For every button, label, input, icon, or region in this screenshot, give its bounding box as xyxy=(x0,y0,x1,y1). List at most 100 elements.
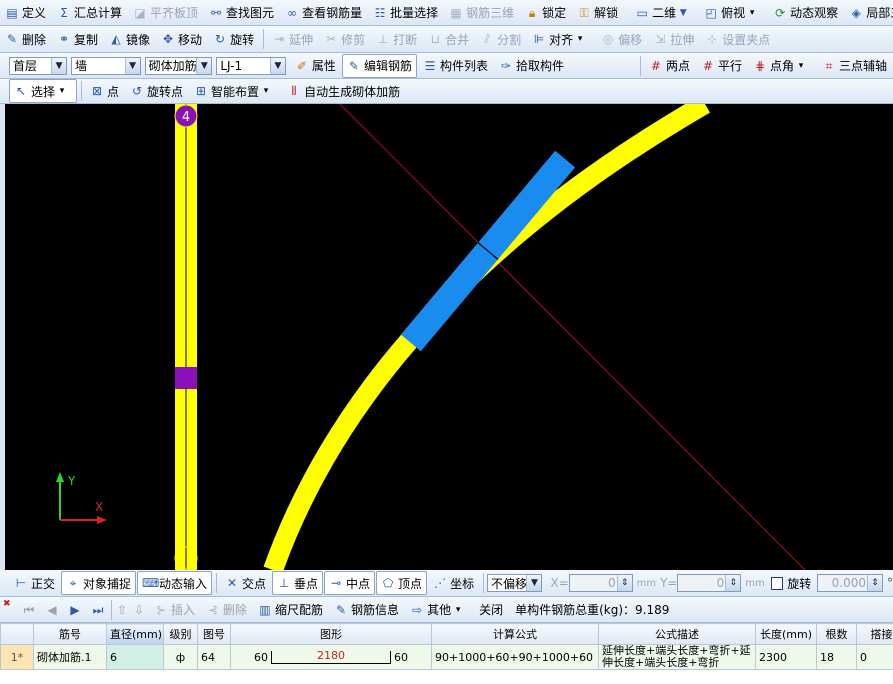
dynamic-input-button[interactable]: ⌨ 动态输入 xyxy=(137,571,213,595)
trim-button[interactable]: ✂ 修剪 xyxy=(319,27,370,51)
spinner-icon: ⇕ xyxy=(616,575,632,591)
edit-rebar-button[interactable]: ✎ 编辑钢筋 xyxy=(341,53,417,78)
floor-select[interactable]: 首层 ▼ xyxy=(9,56,68,75)
partial-view-button[interactable]: ◈局部三 xyxy=(844,1,893,25)
midpoint-snap-button[interactable]: ⊸ 中点 xyxy=(324,571,376,595)
auto-generate-icon: ⫴ xyxy=(291,84,297,98)
pick-component-button[interactable]: ✑ 拾取构件 xyxy=(494,54,569,78)
lap-cell[interactable]: 0 xyxy=(856,644,893,670)
align-dropdown[interactable]: ⊫ 对齐 ▾ xyxy=(527,27,595,51)
column-header[interactable]: 筋号 xyxy=(33,623,107,645)
move-down-icon[interactable]: ⇩ xyxy=(132,603,146,617)
shape-cell[interactable]: 60 2180 60 xyxy=(230,644,432,670)
copy-button[interactable]: ⚭ 复制 xyxy=(52,27,103,51)
rotate-button[interactable]: ↻ 旋转 xyxy=(208,27,259,51)
column-header[interactable]: 计算公式 xyxy=(431,623,599,645)
top-view-dropdown[interactable]: ◰ 俯视 ▾ xyxy=(699,1,767,25)
category-select[interactable]: 墙 ▼ xyxy=(71,56,141,75)
merge-button[interactable]: ⊔ 合并 xyxy=(423,27,474,51)
component-list-button[interactable]: ☰ 构件列表 xyxy=(418,54,493,78)
define-button[interactable]: ▤ 定义 xyxy=(0,1,51,25)
row-index-cell[interactable]: 1* xyxy=(0,644,34,670)
x-input[interactable]: 0 ⇕ xyxy=(568,574,633,592)
count-cell[interactable]: 18 xyxy=(816,644,857,670)
stretch-button[interactable]: ⇲ 拉伸 xyxy=(648,27,699,51)
chevron-down-icon: ▾ xyxy=(455,604,461,615)
extend-button[interactable]: ⇥ 延伸 xyxy=(267,27,318,51)
point-angle-axis-dropdown[interactable]: ⋕ 点角 ▾ xyxy=(748,54,816,78)
sum-calc-button[interactable]: Σ 汇总计算 xyxy=(52,1,127,25)
delete-button[interactable]: ✎ 删除 xyxy=(0,27,51,51)
close-button[interactable]: 关闭 xyxy=(474,598,508,622)
column-header[interactable]: 长度(mm) xyxy=(755,623,817,645)
offset-mode-select[interactable]: 不偏移 ▼ xyxy=(487,574,543,592)
two-points-axis-button[interactable]: # 两点 xyxy=(644,54,695,78)
column-header[interactable]: 图号 xyxy=(197,623,231,645)
last-record-icon[interactable]: ⏭ xyxy=(91,603,105,617)
unlock-button[interactable]: ⚿ 解锁 xyxy=(572,1,623,25)
lock-button[interactable]: 🔒︎ 锁定 xyxy=(520,1,571,25)
close-panel-icon[interactable]: ✖ xyxy=(3,599,11,609)
masonry-rebar-element[interactable] xyxy=(400,150,576,352)
ortho-button[interactable]: ⊢ 正交 xyxy=(9,571,60,595)
view-rebar-qty-button[interactable]: ∞ 查看钢筋量 xyxy=(280,1,367,25)
orbit-icon: ⟳ xyxy=(775,5,786,20)
point-button[interactable]: ⊠ 点 xyxy=(85,79,124,103)
split-button[interactable]: ⫽ 分割 xyxy=(475,27,526,51)
scale-rebar-button[interactable]: ▥ 缩尺配筋 xyxy=(253,598,328,622)
next-record-icon[interactable]: ▶ xyxy=(68,603,82,617)
select-dropdown[interactable]: ↖ 选择 ▾ xyxy=(9,79,78,103)
mirror-button[interactable]: ◭ 镜像 xyxy=(104,27,155,51)
perpendicular-snap-button[interactable]: ⊥ 垂点 xyxy=(272,571,324,595)
y-input[interactable]: 0 ⇕ xyxy=(677,574,742,592)
vertex-snap-button[interactable]: ⬠ 顶点 xyxy=(376,571,428,595)
object-snap-button[interactable]: ⌖ 对象捕捉 xyxy=(61,571,137,595)
first-record-icon[interactable]: ⏮ xyxy=(22,603,36,617)
column-header[interactable]: 直径(mm) xyxy=(106,623,164,645)
set-grip-button[interactable]: ⊹ 设置夹点 xyxy=(700,27,775,51)
name-select[interactable]: LJ-1 ▼ xyxy=(216,56,286,75)
length-cell[interactable]: 2300 xyxy=(755,644,817,670)
insert-button[interactable]: ⊱ 插入 xyxy=(149,598,200,622)
auto-generate-button[interactable]: ⫴ 自动生成砌体加筋 xyxy=(282,79,405,103)
grade-cell[interactable]: ф xyxy=(163,644,198,670)
batch-select-button[interactable]: ☷ 批量选择 xyxy=(368,1,443,25)
curved-wall[interactable] xyxy=(263,104,710,570)
previous-record-icon[interactable]: ◀ xyxy=(45,603,59,617)
parallel-axis-button[interactable]: # 平行 xyxy=(696,54,747,78)
intersection-snap-button[interactable]: ✕ 交点 xyxy=(220,571,271,595)
column-header[interactable]: 搭接 xyxy=(856,623,893,645)
coordinate-snap-button[interactable]: ⋰ 坐标 xyxy=(428,571,479,595)
drawing-canvas[interactable]: 4 Y X xyxy=(5,104,893,570)
type-select[interactable]: 砌体加筋 ▼ xyxy=(144,56,213,75)
smart-layout-dropdown[interactable]: ⊞ 智能布置 ▾ xyxy=(189,79,281,103)
flat-slab-button[interactable]: ◪ 平齐板顶 xyxy=(128,1,203,25)
attributes-button[interactable]: ✐ 属性 xyxy=(290,54,341,78)
description-cell[interactable]: 延伸长度+端头长度+弯折+延伸长度+端头长度+弯折 xyxy=(598,644,756,670)
find-element-button[interactable]: ⚯ 查找图元 xyxy=(204,1,279,25)
offset-button[interactable]: ◎ 偏移 xyxy=(596,27,647,51)
rebar-info-button[interactable]: ✎ 钢筋信息 xyxy=(329,598,404,622)
rotate-input[interactable]: 0.000 ⇕ xyxy=(817,574,883,592)
column-header[interactable]: 公式描述 xyxy=(598,623,756,645)
dynamic-observe-button[interactable]: ⟳ 动态观察 xyxy=(768,1,843,25)
column-header[interactable]: 级别 xyxy=(163,623,198,645)
column-header[interactable]: 图形 xyxy=(230,623,432,645)
rotate-point-button[interactable]: ↺ 旋转点 xyxy=(125,79,188,103)
column-marker[interactable] xyxy=(175,367,197,389)
delete-row-button[interactable]: ⊰ 删除 xyxy=(201,598,252,622)
three-point-axis-button[interactable]: ⌗ 三点辅轴 xyxy=(817,54,892,78)
break-button[interactable]: ⊥ 打断 xyxy=(371,27,422,51)
move-button[interactable]: ✥ 移动 xyxy=(156,27,207,51)
other-dropdown[interactable]: ⇨ 其他 ▾ xyxy=(405,598,473,622)
rebar-name-cell[interactable]: 砌体加筋.1 xyxy=(33,644,107,670)
rebar-3d-button[interactable]: ▦ 钢筋三维 xyxy=(444,1,519,25)
diameter-cell[interactable]: 6 xyxy=(106,644,164,670)
figure-no-cell[interactable]: 64 xyxy=(197,644,231,670)
rotate-checkbox[interactable] xyxy=(770,576,784,590)
formula-cell[interactable]: 90+1000+60+90+1000+60 xyxy=(431,644,599,670)
table-row[interactable]: 1* 砌体加筋.1 6 ф 64 60 2180 60 90+1000+60+9… xyxy=(0,644,893,670)
move-up-icon[interactable]: ⇧ xyxy=(115,603,129,617)
view-mode-dropdown[interactable]: ▭ 二维 ▼ xyxy=(630,1,698,25)
column-header[interactable]: 根数 xyxy=(816,623,857,645)
